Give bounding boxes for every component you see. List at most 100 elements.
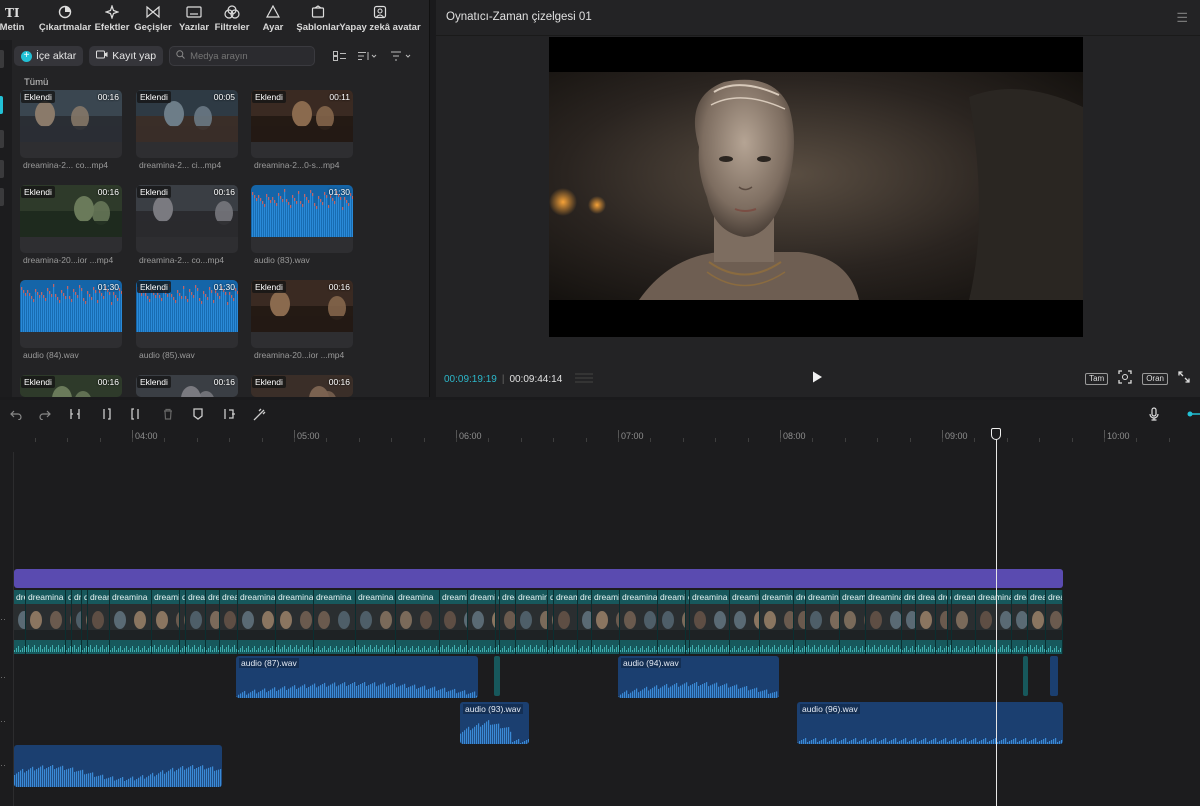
small-clip[interactable] — [1023, 656, 1028, 696]
tab-filtreler[interactable]: Filtreler — [214, 0, 250, 33]
video-clip[interactable]: dreamina — [276, 590, 314, 654]
media-video-card[interactable]: Eklendi 00:11 — [251, 90, 353, 158]
video-clip[interactable]: dreamina — [806, 590, 840, 654]
split-icon[interactable] — [67, 407, 83, 421]
freeze-icon[interactable] — [222, 407, 238, 421]
tab-sablonlar[interactable]: Şablonlar — [296, 0, 340, 33]
audio-clip[interactable]: audio (96).wav — [797, 702, 1063, 744]
record-button[interactable]: Kayıt yap — [89, 46, 164, 66]
tab-efektler[interactable]: Efektler — [94, 0, 130, 33]
video-clip[interactable]: dreamina — [730, 590, 760, 654]
video-clip[interactable]: dreamina — [1012, 590, 1028, 654]
media-video-card[interactable]: Eklendi 00:16 — [136, 185, 238, 253]
ratio-button[interactable]: Oran — [1142, 372, 1168, 385]
video-clip[interactable]: dreamina — [760, 590, 794, 654]
fullscreen-icon[interactable] — [1178, 371, 1190, 386]
video-track[interactable]: dreaminadreaminadreaminadreaminadreamina… — [14, 590, 1063, 654]
video-clip[interactable]: dreamina — [516, 590, 548, 654]
list-icon[interactable] — [575, 372, 594, 387]
play-button[interactable] — [810, 370, 824, 384]
track-handle[interactable]: ·· — [0, 716, 6, 726]
video-clip[interactable]: dreamina — [902, 590, 916, 654]
audio-clip[interactable]: audio (93).wav — [460, 702, 529, 744]
small-clip[interactable] — [1050, 656, 1058, 696]
video-clip[interactable]: dreamina — [356, 590, 396, 654]
marker-icon[interactable] — [190, 407, 206, 421]
audio-clip[interactable]: audio (94).wav — [618, 656, 779, 698]
media-audio-card[interactable]: 01:30 — [251, 185, 353, 253]
media-video-card[interactable]: Eklendi 00:16 — [20, 185, 122, 253]
media-audio-card[interactable]: 01:30 — [20, 280, 122, 348]
video-clip[interactable]: dreamina — [952, 590, 976, 654]
wand-icon[interactable] — [251, 407, 267, 421]
video-clip[interactable]: dreamina — [794, 590, 806, 654]
video-clip[interactable]: dreamina — [936, 590, 948, 654]
video-clip[interactable]: dreamina — [468, 590, 496, 654]
trim-right-icon[interactable] — [128, 407, 144, 421]
video-clip[interactable]: dreamina — [14, 590, 26, 654]
track-handle[interactable]: ·· — [0, 760, 6, 770]
trim-left-icon[interactable] — [98, 407, 114, 421]
video-clip[interactable]: dreamina — [554, 590, 578, 654]
track-handle[interactable]: ·· — [0, 614, 6, 624]
filter-funnel-icon[interactable] — [391, 46, 413, 66]
video-clip[interactable]: dreamina — [206, 590, 220, 654]
undo-icon[interactable] — [8, 407, 24, 421]
side-handle[interactable] — [0, 50, 4, 68]
tab-ayar[interactable]: Ayar — [258, 0, 288, 33]
video-clip[interactable]: dreamina — [1046, 590, 1063, 654]
video-clip[interactable]: dreamina — [314, 590, 356, 654]
media-video-card[interactable]: Eklendi 00:16 — [136, 375, 238, 397]
video-clip[interactable]: dreamina — [658, 590, 686, 654]
side-handle[interactable] — [0, 188, 4, 206]
video-clip[interactable]: dreamina — [866, 590, 902, 654]
video-clip[interactable]: dreamina — [238, 590, 276, 654]
tab-gecisler[interactable]: Geçişler — [134, 0, 172, 33]
video-clip[interactable]: dreamina — [1028, 590, 1046, 654]
focus-icon[interactable] — [1118, 370, 1132, 387]
video-clip[interactable]: dreamina — [186, 590, 206, 654]
playhead[interactable] — [996, 430, 997, 806]
video-clip[interactable]: dreamina — [88, 590, 110, 654]
effect-track-clip[interactable] — [14, 569, 1063, 588]
side-handle[interactable] — [0, 160, 4, 178]
video-preview[interactable] — [549, 37, 1083, 337]
video-clip[interactable]: dreamina — [840, 590, 866, 654]
media-video-card[interactable]: Eklendi 00:16 — [20, 375, 122, 397]
video-clip[interactable]: dreamina — [440, 590, 468, 654]
tab-metin[interactable]: TI Metin — [0, 0, 24, 33]
video-clip[interactable]: dreamina — [500, 590, 516, 654]
tab-cikartmalar[interactable]: Çıkartmalar — [36, 0, 94, 33]
video-clip[interactable]: dreamina — [976, 590, 1012, 654]
video-clip[interactable]: dreamina — [220, 590, 238, 654]
video-clip[interactable]: dreamina — [396, 590, 440, 654]
sort-icon[interactable] — [357, 46, 379, 66]
video-clip[interactable]: dreamina — [26, 590, 66, 654]
video-clip[interactable]: dreamina — [690, 590, 730, 654]
audio-clip[interactable]: audio (87).wav — [236, 656, 478, 698]
grid-view-icon[interactable] — [329, 46, 351, 66]
video-clip[interactable]: dreamina — [620, 590, 658, 654]
redo-icon[interactable] — [37, 407, 53, 421]
video-clip[interactable]: dreamina — [152, 590, 180, 654]
playhead-handle[interactable] — [991, 428, 1001, 440]
snap-toggle-icon[interactable] — [1186, 407, 1200, 421]
delete-icon[interactable] — [160, 407, 176, 421]
video-clip[interactable]: dreamina — [578, 590, 592, 654]
media-video-card[interactable]: Eklendi 00:05 — [136, 90, 238, 158]
media-audio-card[interactable]: Eklendi 01:30 — [136, 280, 238, 348]
media-video-card[interactable]: Eklendi 00:16 — [251, 375, 353, 397]
video-clip[interactable]: dreamina — [110, 590, 152, 654]
tab-yapay-zeka-avatar[interactable]: Yapay zekâ avatar — [339, 0, 421, 33]
media-video-card[interactable]: Eklendi 00:16 — [251, 280, 353, 348]
side-handle-active[interactable] — [0, 96, 3, 114]
side-handle[interactable] — [0, 130, 4, 148]
full-quality-button[interactable]: Tam — [1085, 372, 1109, 385]
time-ruler[interactable]: 04:00 05:00 06:00 07:00 08:00 09:00 10:00 — [0, 428, 1200, 444]
video-clip[interactable]: dreamina — [592, 590, 620, 654]
media-video-card[interactable]: Eklendi 00:16 — [20, 90, 122, 158]
video-clip[interactable]: dreamina — [72, 590, 82, 654]
audio-clip[interactable] — [14, 745, 222, 787]
small-clip[interactable] — [494, 656, 500, 696]
media-search[interactable] — [169, 46, 316, 66]
